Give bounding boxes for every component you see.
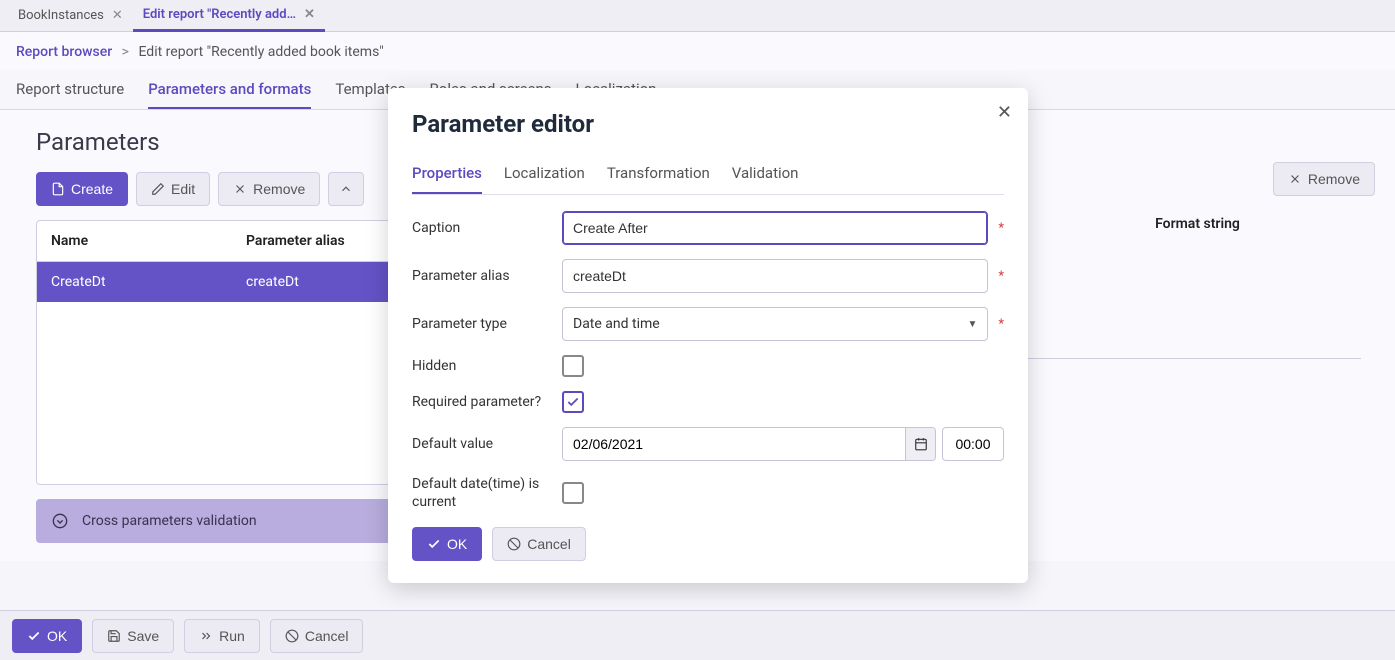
caption-label: Caption — [412, 219, 562, 237]
alias-label: Parameter alias — [412, 267, 562, 285]
caption-input[interactable] — [562, 211, 988, 245]
tab-transformation[interactable]: Transformation — [607, 158, 710, 194]
check-icon — [427, 537, 441, 551]
alias-input[interactable] — [562, 259, 988, 293]
chevron-down-icon: ▼ — [967, 319, 977, 330]
modal-ok-button[interactable]: OK — [412, 527, 482, 561]
close-icon[interactable]: ✕ — [997, 102, 1012, 123]
ban-icon — [507, 537, 521, 551]
required-label: Required parameter? — [412, 393, 562, 411]
calendar-button[interactable] — [905, 428, 935, 460]
parameter-editor-modal: ✕ Parameter editor Properties Localizati… — [388, 88, 1028, 583]
default-current-checkbox[interactable] — [562, 482, 584, 504]
required-indicator: * — [998, 317, 1004, 332]
default-current-label: Default date(time) is current — [412, 475, 562, 511]
modal-tabs: Properties Localization Transformation V… — [412, 158, 1004, 195]
required-checkbox[interactable] — [562, 391, 584, 413]
default-date-field — [562, 427, 936, 461]
modal-overlay: ✕ Parameter editor Properties Localizati… — [0, 0, 1395, 660]
hidden-label: Hidden — [412, 357, 562, 375]
type-select[interactable]: Date and time ▼ — [562, 307, 988, 341]
tab-localization[interactable]: Localization — [504, 158, 585, 194]
modal-title: Parameter editor — [412, 110, 1004, 138]
hidden-checkbox[interactable] — [562, 355, 584, 377]
check-icon — [566, 395, 580, 409]
tab-validation[interactable]: Validation — [732, 158, 799, 194]
default-time-input[interactable] — [942, 427, 1004, 461]
tab-properties[interactable]: Properties — [412, 158, 482, 194]
modal-ok-label: OK — [447, 536, 467, 552]
modal-buttons: OK Cancel — [412, 527, 1004, 561]
modal-cancel-label: Cancel — [527, 536, 571, 552]
type-label: Parameter type — [412, 315, 562, 333]
required-indicator: * — [998, 269, 1004, 284]
default-date-input[interactable] — [563, 428, 905, 460]
calendar-icon — [914, 437, 928, 451]
required-indicator: * — [998, 221, 1004, 236]
modal-cancel-button[interactable]: Cancel — [492, 527, 586, 561]
default-value-label: Default value — [412, 435, 562, 453]
type-value: Date and time — [573, 316, 660, 332]
